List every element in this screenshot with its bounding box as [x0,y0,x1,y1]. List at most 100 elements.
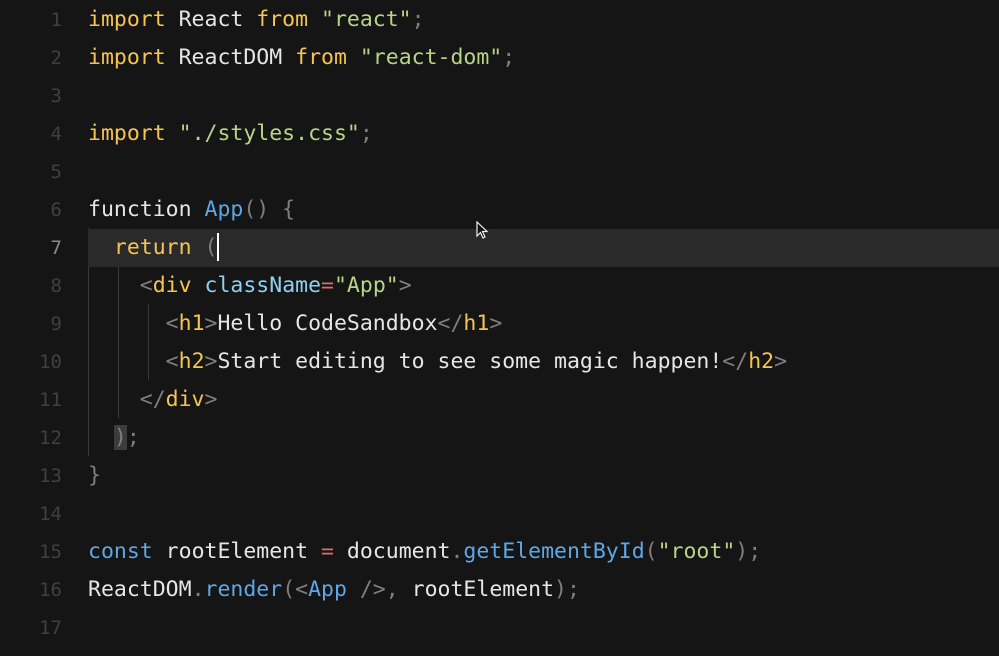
code-token: > [204,387,218,412]
line-number: 4 [50,123,62,145]
code-token: . [191,577,205,602]
code-line[interactable]: 8 <div className="App"> [0,267,999,305]
code-token: . [450,539,464,564]
line-number: 11 [39,389,62,411]
code-token: Hello CodeSandbox [217,311,438,336]
code-text: import ReactDOM from "react-dom"; [88,39,515,77]
code-token: < [165,349,179,374]
code-token: "root" [657,539,736,564]
code-token: } [88,463,101,488]
code-line[interactable]: 12 ); [0,419,999,457]
text-caret [217,232,220,261]
code-token: document [333,539,451,564]
code-token: </ [722,349,749,374]
code-token: > [204,311,218,336]
code-line[interactable]: 15 const rootElement = document.getElemen… [0,533,999,571]
code-token: function [88,197,205,222]
code-text: function App() { [88,191,295,229]
code-token: () { [243,197,296,222]
code-token: ( [204,235,218,260]
code-token: div [165,387,205,412]
line-number: 12 [39,427,62,449]
mouse-pointer-icon [476,221,489,239]
code-token: < [139,273,153,298]
code-token: ; [359,121,373,146]
code-token: render [204,577,283,602]
code-text: ); [88,419,140,457]
code-token: "react-dom" [359,45,503,70]
code-text: const rootElement = document.getElementB… [88,533,761,571]
line-number: 16 [39,579,62,601]
code-token: ( [644,539,658,564]
code-token: > [398,273,412,298]
code-token: "./styles.css" [178,121,360,146]
code-token: import [88,121,166,146]
code-token: </ [437,311,464,336]
code-line[interactable]: 10 <h2>Start editing to see some magic h… [0,343,999,381]
line-number: 2 [50,47,62,69]
line-number: 6 [50,199,62,221]
code-token: getElementById [463,539,645,564]
line-number: 5 [50,161,62,183]
code-line[interactable]: 16 ReactDOM.render(<App />, rootElement); [0,571,999,609]
code-token: ReactDOM [165,45,296,70]
line-number: 17 [39,617,62,639]
code-token: from [256,7,309,32]
code-line[interactable]: 5 [0,153,999,191]
code-line[interactable]: 2 import ReactDOM from "react-dom"; [0,39,999,77]
code-token: React [165,7,257,32]
code-token: ; [126,425,140,450]
code-token: import [88,45,166,70]
code-text: <div className="App"> [88,267,412,305]
code-token: ); [735,539,762,564]
code-token: className [204,273,322,298]
code-line[interactable]: 11 </div> [0,381,999,419]
code-line[interactable]: 14 [0,495,999,533]
code-token: div [152,273,192,298]
line-number: 14 [39,503,62,525]
code-token: ; [502,45,516,70]
code-line[interactable]: 13} [0,457,999,495]
code-line[interactable]: 6 function App() { [0,191,999,229]
line-number: 8 [50,275,62,297]
code-token: = [321,539,334,564]
code-token: const [88,539,153,564]
code-line[interactable]: 7 return ( [51,229,999,267]
code-text: </div> [88,381,218,419]
code-token: > [204,349,218,374]
code-line[interactable]: 1 import React from "react"; [0,1,999,39]
code-token: (< [282,577,309,602]
code-line[interactable]: 9 <h1>Hello CodeSandbox</h1> [0,305,999,343]
code-editor[interactable]: 1 import React from "react"; 2 import React… [0,0,999,656]
code-token: </ [139,387,166,412]
code-token: = [321,273,334,298]
code-line[interactable]: 3 [0,77,999,115]
line-number: 9 [50,313,62,335]
code-token: "App" [333,273,399,298]
code-token: ); [554,577,580,602]
code-token: rootElement [152,539,322,564]
code-token: from [295,45,347,70]
code-text: return ( [88,229,220,267]
code-line[interactable]: 17 [0,609,999,647]
code-token: />, [346,577,412,602]
line-number: 15 [39,541,62,563]
code-token: App [308,577,347,602]
code-line[interactable]: 4 import "./styles.css"; [0,115,999,153]
code-token: h2 [178,349,205,374]
line-number: 13 [39,465,62,487]
code-token: h1 [463,311,490,336]
code-text: import React from "react"; [88,1,425,39]
code-token: return [113,235,192,260]
code-token: rootElement [411,577,555,602]
code-token: h2 [748,349,775,374]
